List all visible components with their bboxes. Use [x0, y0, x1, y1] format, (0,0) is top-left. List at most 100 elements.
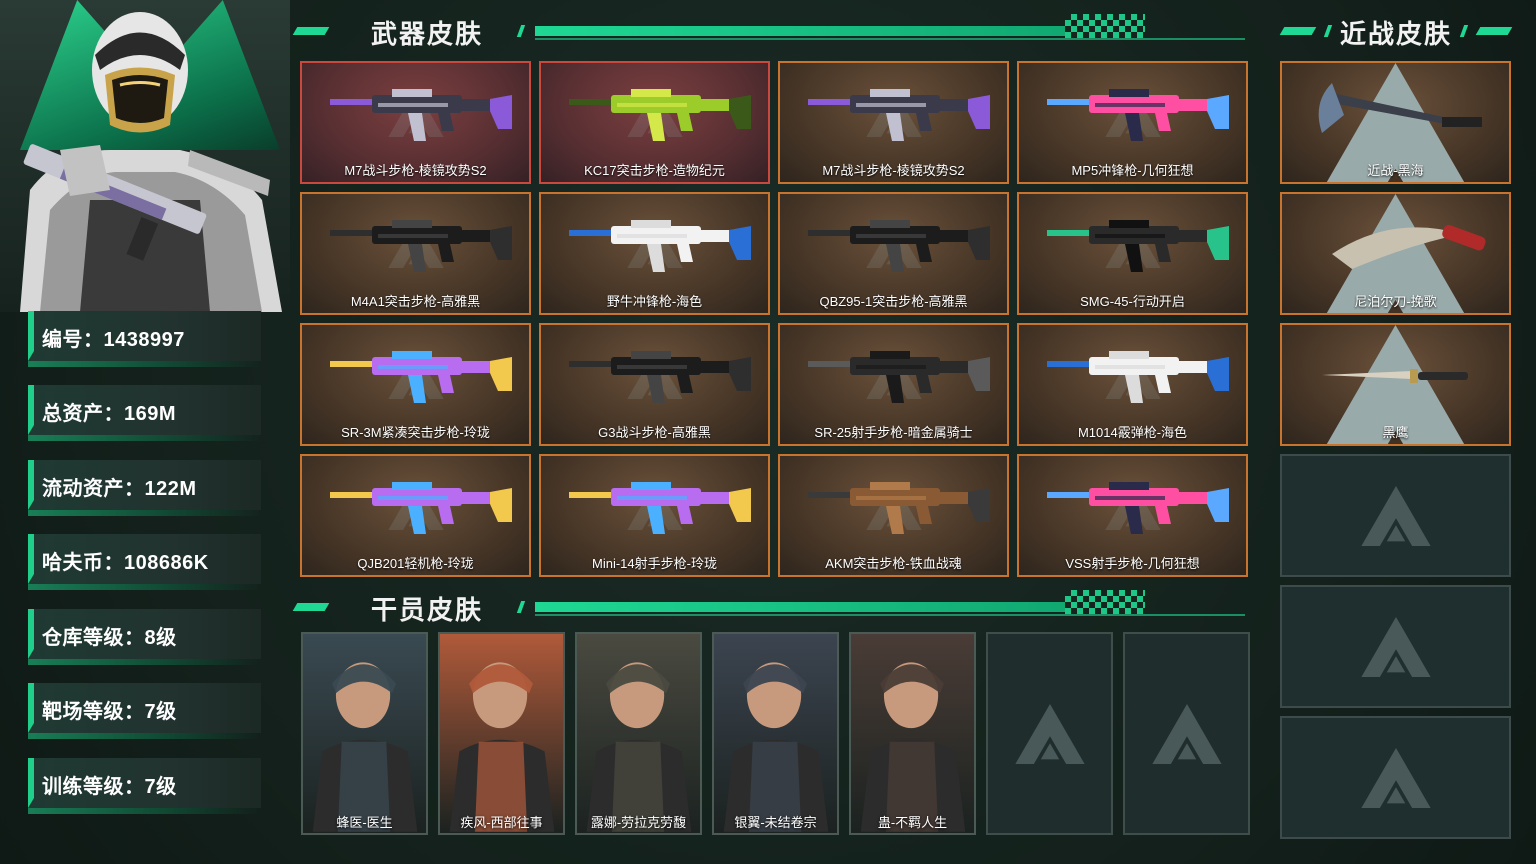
- melee-weapon-image: [1318, 83, 1482, 133]
- melee-skin-card[interactable]: 尼泊尔刀-挽歌: [1280, 192, 1511, 315]
- operator-skin-card[interactable]: 疾风-西部往事: [438, 632, 565, 835]
- melee-weapon-image: [1322, 369, 1468, 383]
- weapon-skin-card[interactable]: M7战斗步枪-棱镜攻势S2: [300, 61, 531, 184]
- operator-skin-card[interactable]: 银翼-未结卷宗: [712, 632, 839, 835]
- weapon-skin-label: 野牛冲锋枪-海色: [606, 294, 703, 309]
- header-tick: [1459, 25, 1469, 37]
- weapon-skin-card[interactable]: MP5冲锋枪-几何狂想: [1017, 61, 1248, 184]
- weapon-image: [569, 220, 751, 272]
- operator-skins-header: 干员皮肤: [292, 590, 1245, 626]
- weapon-image: [808, 89, 990, 141]
- weapon-skin-label: M1014霰弹枪-海色: [1077, 425, 1188, 440]
- weapon-skin-card[interactable]: G3战斗步枪-高雅黑: [539, 323, 770, 446]
- weapon-skin-card[interactable]: QJB201轻机枪-玲珑: [300, 454, 531, 577]
- weapon-skin-card[interactable]: KC17突击步枪-造物纪元: [539, 61, 770, 184]
- weapon-skin-card[interactable]: SMG-45-行动开启: [1017, 192, 1248, 315]
- melee-skin-card[interactable]: 黑鹰: [1280, 323, 1511, 446]
- operator-portrait-image: [586, 662, 692, 832]
- header-thin-bar: [535, 614, 1245, 616]
- weapon-skin-card[interactable]: Mini-14射手步枪-玲珑: [539, 454, 770, 577]
- header-accent: [1279, 27, 1317, 35]
- weapon-skins-header: 武器皮肤: [292, 14, 1245, 50]
- weapon-skin-label: M4A1突击步枪-高雅黑: [350, 294, 481, 309]
- weapon-skin-label: KC17突击步枪-造物纪元: [584, 163, 725, 178]
- weapon-skin-label: MP5冲锋枪-几何狂想: [1071, 163, 1194, 178]
- melee-weapon-image: [1332, 224, 1486, 269]
- stat-hafu-coin-text: 哈夫币：108686K: [42, 552, 209, 574]
- weapon-image: [330, 220, 512, 272]
- weapon-skin-card[interactable]: SR-3M紧凑突击步枪-玲珑: [300, 323, 531, 446]
- stat-total-assets-text: 总资产：169M: [42, 403, 177, 425]
- profile-panel: 编号：1438997 总资产：169M 流动资产：122M 哈夫币：108686…: [0, 0, 290, 864]
- weapon-skin-card[interactable]: QBZ95-1突击步枪-高雅黑: [778, 192, 1009, 315]
- weapon-skin-card[interactable]: VSS射手步枪-几何狂想: [1017, 454, 1248, 577]
- stat-player-id: 编号：1438997: [28, 311, 261, 367]
- weapon-image: [569, 89, 751, 141]
- header-checker: [1065, 14, 1145, 40]
- weapon-skin-label: SMG-45-行动开启: [1080, 294, 1185, 309]
- melee-skins-header: 近战皮肤: [1279, 14, 1513, 50]
- empty-melee-slot: [1280, 716, 1511, 839]
- weapon-skin-card[interactable]: M7战斗步枪-棱镜攻势S2: [778, 61, 1009, 184]
- weapon-skin-label: QJB201轻机枪-玲珑: [357, 556, 474, 571]
- operator-skin-label: 银翼-未结卷宗: [734, 815, 817, 830]
- operator-portrait-image: [860, 662, 966, 832]
- operator-skin-label: 疾风-西部往事: [460, 815, 543, 830]
- melee-skin-card[interactable]: 近战-黑海: [1280, 61, 1511, 184]
- empty-operator-slot: [1123, 632, 1250, 835]
- operator-skin-card[interactable]: 蜂医-医生: [301, 632, 428, 835]
- stat-liquid-assets: 流动资产：122M: [28, 460, 261, 516]
- weapon-skin-label: M7战斗步枪-棱镜攻势S2: [822, 163, 965, 178]
- weapon-skin-card[interactable]: SR-25射手步枪-暗金属骑士: [778, 323, 1009, 446]
- operator-portrait-image: [449, 662, 555, 832]
- weapon-image: [330, 89, 512, 141]
- weapon-image: [569, 351, 751, 403]
- soldier-illustration: [20, 12, 282, 312]
- weapon-skin-label: VSS射手步枪-几何狂想: [1065, 556, 1200, 571]
- weapon-image: [330, 482, 512, 534]
- header-thin-bar: [535, 38, 1245, 40]
- header-checker: [1065, 590, 1145, 616]
- weapon-skin-card[interactable]: 野牛冲锋枪-海色: [539, 192, 770, 315]
- empty-melee-slot: [1280, 454, 1511, 577]
- stat-range-level-text: 靶场等级：7级: [42, 701, 177, 723]
- stat-warehouse-level-text: 仓库等级：8级: [42, 627, 177, 649]
- stat-warehouse-level: 仓库等级：8级: [28, 609, 261, 665]
- weapon-skin-card[interactable]: AKM突击步枪-铁血战魂: [778, 454, 1009, 577]
- header-accent: [292, 27, 330, 35]
- weapon-image: [808, 351, 990, 403]
- operator-skins-title: 干员皮肤: [371, 595, 484, 625]
- weapon-skin-label: SR-25射手步枪-暗金属骑士: [814, 425, 973, 440]
- header-accent: [292, 603, 330, 611]
- logo-watermark-icon: [1151, 703, 1222, 764]
- operator-skin-card[interactable]: 蛊-不羁人生: [849, 632, 976, 835]
- operator-skin-card[interactable]: 露娜-劳拉克劳馥: [575, 632, 702, 835]
- weapon-skin-card[interactable]: M4A1突击步枪-高雅黑: [300, 192, 531, 315]
- empty-melee-slot: [1280, 585, 1511, 708]
- weapon-skin-label: G3战斗步枪-高雅黑: [598, 425, 711, 440]
- header-bar: [535, 602, 1065, 612]
- header-tick: [1323, 25, 1333, 37]
- weapon-image: [569, 482, 751, 534]
- weapon-skin-label: QBZ95-1突击步枪-高雅黑: [819, 294, 968, 309]
- operator-skin-label: 蛊-不羁人生: [877, 815, 948, 830]
- weapon-skin-label: Mini-14射手步枪-玲珑: [592, 556, 717, 571]
- melee-skin-label: 近战-黑海: [1367, 163, 1424, 178]
- weapon-image: [1047, 89, 1229, 141]
- weapon-skin-label: M7战斗步枪-棱镜攻势S2: [344, 163, 487, 178]
- empty-operator-slot: [986, 632, 1113, 835]
- operator-portrait-image: [723, 662, 829, 832]
- header-bar: [535, 26, 1065, 36]
- weapon-skin-card[interactable]: M1014霰弹枪-海色: [1017, 323, 1248, 446]
- stat-liquid-assets-text: 流动资产：122M: [42, 478, 197, 500]
- operator-skin-label: 露娜-劳拉克劳馥: [590, 815, 687, 830]
- logo-watermark-icon: [1360, 485, 1431, 546]
- logo-watermark-icon: [1360, 616, 1431, 677]
- operator-portrait-image: [312, 662, 418, 832]
- stat-training-level-text: 训练等级：7级: [42, 776, 177, 798]
- weapon-image: [808, 482, 990, 534]
- weapon-image: [808, 220, 990, 272]
- weapon-skin-label: AKM突击步枪-铁血战魂: [825, 556, 962, 571]
- weapon-skins-title: 武器皮肤: [371, 19, 484, 49]
- header-tick: [516, 601, 526, 613]
